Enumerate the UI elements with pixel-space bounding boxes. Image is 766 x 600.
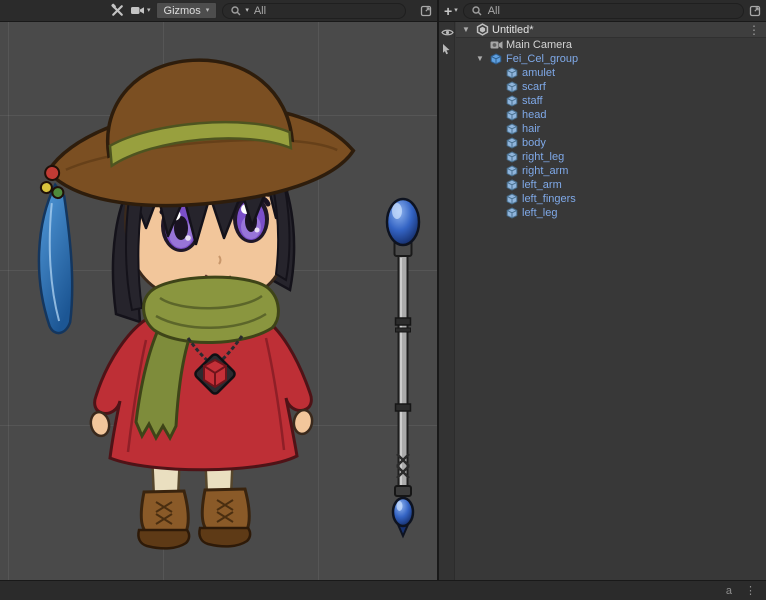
cube-icon [505, 165, 519, 177]
cube-icon [505, 207, 519, 219]
search-icon [471, 5, 483, 17]
hierarchy-item-label: Fei_Cel_group [506, 52, 578, 66]
status-a-icon[interactable]: a [726, 585, 732, 597]
hierarchy-item-label: scarf [522, 80, 546, 94]
hierarchy-item-left_leg[interactable]: left_leg [456, 206, 766, 220]
hierarchy-panel: ▼ Untitled* ⋮ Main Camera ▼ Fei_Cel_groupa… [439, 22, 766, 580]
tools-overlay-button[interactable] [110, 3, 125, 18]
right-fingers[interactable] [292, 409, 314, 436]
hierarchy-scene-row[interactable]: ▼ Untitled* ⋮ [456, 22, 766, 38]
hierarchy-item-left_arm[interactable]: left_arm [456, 178, 766, 192]
camera-icon [489, 40, 503, 50]
top-toolbar: ▾ Gizmos ▾ ▾ All [0, 0, 766, 22]
hierarchy-item-staff[interactable]: staff [456, 94, 766, 108]
hierarchy-item-label: left_fingers [522, 192, 576, 206]
plus-icon: + [444, 4, 452, 18]
hierarchy-item-body[interactable]: body [456, 136, 766, 150]
scene-maximize-icon[interactable] [420, 5, 432, 17]
gizmos-dropdown[interactable]: Gizmos ▾ [156, 2, 218, 19]
hierarchy-item-left_fingers[interactable]: left_fingers [456, 192, 766, 206]
scene-search-value: All [254, 5, 266, 17]
cube-icon [505, 123, 519, 135]
chevron-down-icon: ▾ [147, 7, 151, 14]
gizmos-label: Gizmos [164, 5, 201, 17]
create-menu-button[interactable]: + ▾ [444, 4, 458, 18]
hierarchy-item-scarf[interactable]: scarf [456, 80, 766, 94]
hierarchy-item-label: left_arm [522, 178, 562, 192]
scene-name: Untitled* [492, 23, 534, 37]
cube-icon [505, 67, 519, 79]
camera-icon [130, 5, 145, 16]
hierarchy-item-label: right_arm [522, 164, 568, 178]
hierarchy-rows: Main Camera ▼ Fei_Cel_groupamuletscarfstaf… [456, 38, 766, 220]
hierarchy-item-label: Main Camera [506, 38, 572, 52]
hierarchy-item-label: hair [522, 122, 540, 136]
scene-view[interactable] [0, 22, 437, 580]
cube-icon [505, 95, 519, 107]
hierarchy-item-label: amulet [522, 66, 555, 80]
kebab-menu-icon[interactable]: ⋮ [748, 23, 760, 37]
hierarchy-item-label: right_leg [522, 150, 564, 164]
hierarchy-item-head[interactable]: head [456, 108, 766, 122]
hierarchy-item-Fei_Cel_group[interactable]: ▼ Fei_Cel_group [456, 52, 766, 66]
hierarchy-item-label: body [522, 136, 546, 150]
cube-icon [505, 109, 519, 121]
hierarchy-item-label: staff [522, 94, 543, 108]
scene-sprites [0, 22, 437, 580]
foldout-expanded-icon[interactable]: ▼ [462, 23, 475, 37]
right-boot[interactable] [199, 489, 250, 546]
scene-camera-button[interactable]: ▾ [130, 5, 151, 16]
scene-visibility-icon[interactable] [441, 28, 454, 37]
foldout-expanded-icon[interactable]: ▼ [476, 52, 489, 66]
hierarchy-item-amulet[interactable]: amulet [456, 66, 766, 80]
unity-scene-icon [475, 23, 489, 36]
hierarchy-item-right_arm[interactable]: right_arm [456, 164, 766, 178]
prefab-icon [489, 53, 503, 65]
tools-icon [110, 3, 125, 18]
search-filter-chevron-icon: ▾ [245, 7, 249, 14]
status-kebab-icon[interactable]: ⋮ [745, 584, 756, 597]
staff-sprite[interactable] [387, 199, 419, 536]
hierarchy-gutter [439, 22, 455, 580]
chevron-down-icon: ▾ [454, 7, 458, 14]
hierarchy-maximize-icon[interactable] [749, 5, 761, 17]
cube-icon [505, 179, 519, 191]
search-icon [230, 5, 242, 17]
chevron-down-icon: ▾ [206, 7, 210, 14]
scene-picking-icon[interactable] [441, 43, 451, 55]
cube-icon [505, 81, 519, 93]
cube-icon [505, 193, 519, 205]
hat-charm [30, 165, 78, 334]
hierarchy-item-label: head [522, 108, 546, 122]
hierarchy-search-field[interactable]: All [463, 3, 744, 19]
hierarchy-item-Main Camera[interactable]: Main Camera [456, 38, 766, 52]
scene-view-toolbar: ▾ Gizmos ▾ ▾ All [0, 0, 437, 21]
hierarchy-item-hair[interactable]: hair [456, 122, 766, 136]
character-sprite[interactable] [22, 47, 367, 548]
hierarchy-rows-container: ▼ Untitled* ⋮ Main Camera ▼ Fei_Cel_groupa… [456, 22, 766, 220]
hierarchy-search-value: All [488, 5, 500, 17]
cube-icon [505, 151, 519, 163]
hierarchy-item-label: left_leg [522, 206, 557, 220]
hierarchy-item-right_leg[interactable]: right_leg [456, 150, 766, 164]
left-boot[interactable] [138, 491, 189, 548]
status-bar: a ⋮ [0, 580, 766, 600]
scene-search-field[interactable]: ▾ All [222, 3, 406, 19]
cube-icon [505, 137, 519, 149]
unity-editor-window: ▾ Gizmos ▾ ▾ All [0, 0, 766, 600]
hierarchy-toolbar: + ▾ All [439, 0, 766, 21]
